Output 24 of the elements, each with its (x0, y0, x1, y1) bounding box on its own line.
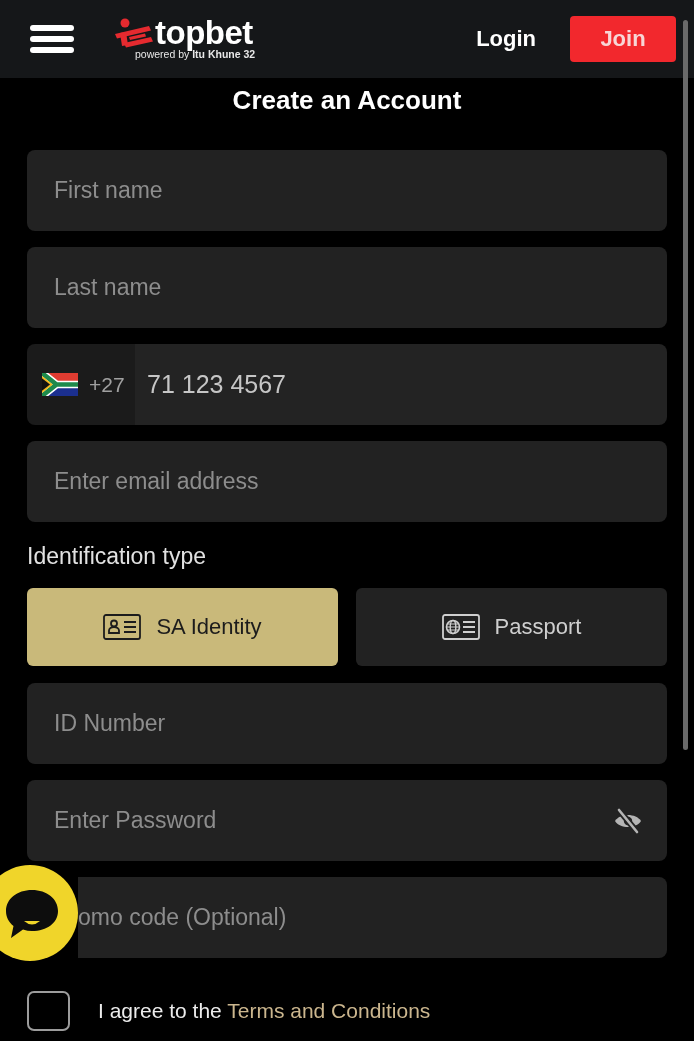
text-field[interactable]: First name (27, 150, 667, 231)
id-card-icon (103, 614, 142, 640)
terms-link[interactable]: Terms and Conditions (227, 999, 431, 1022)
phone-number-field[interactable]: 71 123 4567 (135, 344, 667, 425)
agree-checkbox[interactable] (27, 991, 70, 1031)
logo-mark-icon (115, 18, 155, 48)
menu-icon[interactable] (30, 25, 74, 53)
eye-slash-icon[interactable] (613, 808, 643, 834)
password-field[interactable]: Enter Password (27, 780, 667, 861)
page-title: Create an Account (231, 84, 463, 114)
id-type-option[interactable]: SA Identity (27, 588, 338, 666)
text-field[interactable]: Enter email address (27, 441, 667, 522)
text-field[interactable]: ID Number (27, 683, 667, 764)
text-field[interactable]: Last name (27, 247, 667, 328)
country-code-button[interactable]: +27 (27, 344, 135, 425)
terms-agreement-text: I agree to the Terms and Conditions (98, 999, 431, 1023)
passport-icon (441, 614, 480, 640)
flag-icon (42, 373, 78, 396)
section-label: Identification type (27, 544, 207, 568)
chat-bubble-icon (5, 889, 59, 939)
id-type-option[interactable]: Passport (356, 588, 667, 666)
scrollbar-thumb[interactable] (683, 20, 688, 750)
login-link[interactable]: Login (476, 26, 536, 52)
promo-code-field[interactable]: omo code (Optional) (78, 877, 667, 958)
